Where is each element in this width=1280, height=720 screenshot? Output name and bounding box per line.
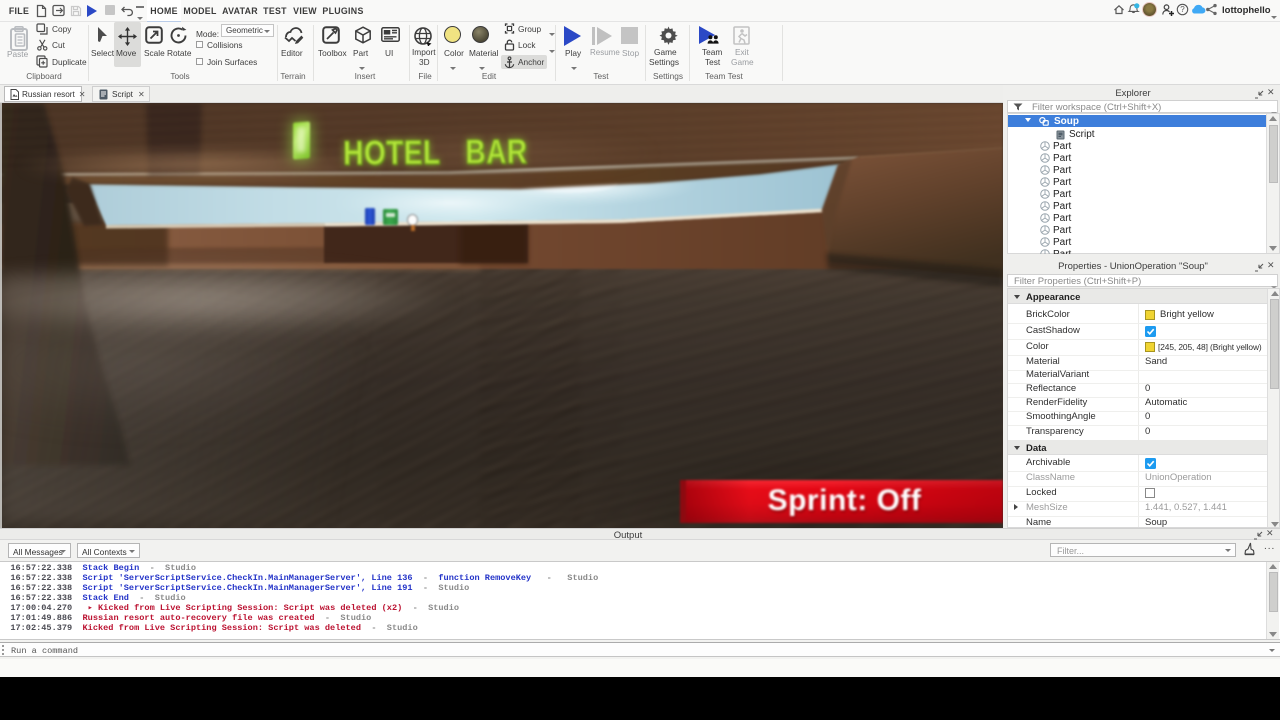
svg-text:?: ? [1180, 5, 1185, 14]
